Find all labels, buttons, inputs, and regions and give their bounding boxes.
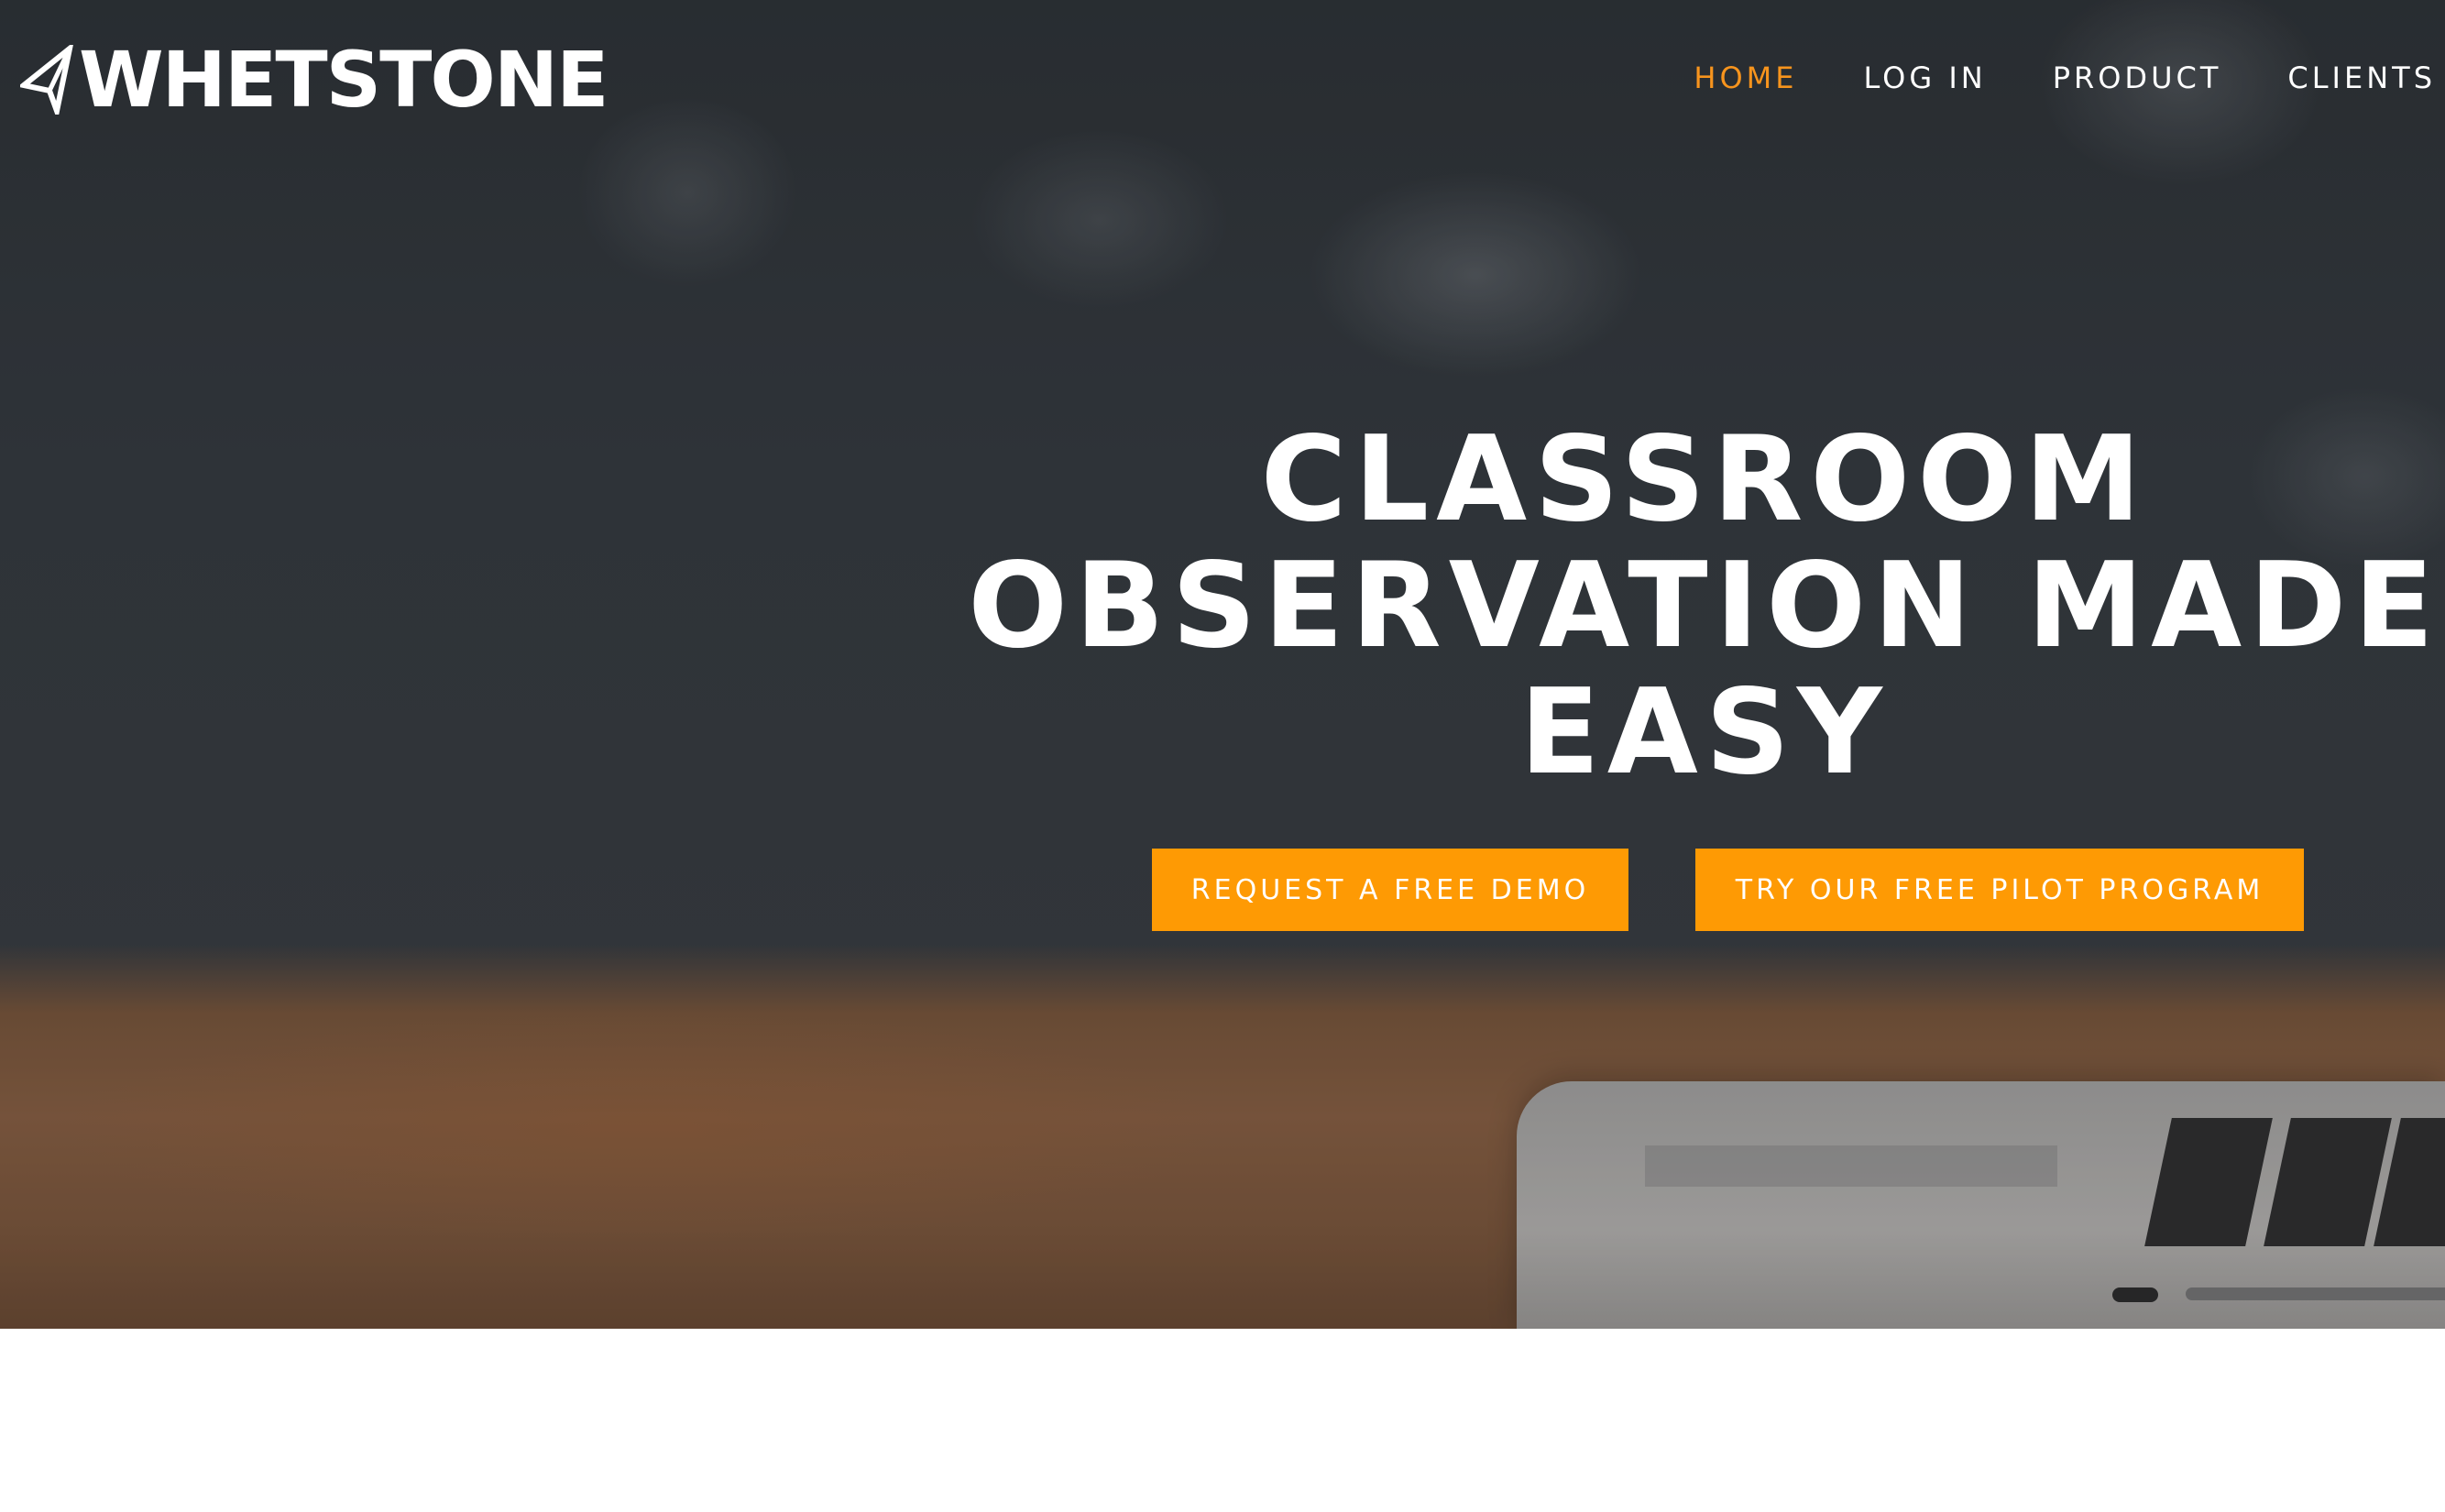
hero-section: WHETSTONE HOME LOG IN PRODUCT CLIENTS CL… (0, 0, 2445, 1329)
hero-headline: CLASSROOM OBSERVATION MADE EASY (962, 417, 2445, 796)
nav-item-product[interactable]: PRODUCT (2053, 60, 2222, 95)
paper-plane-icon (20, 45, 73, 115)
nav-item-home[interactable]: HOME (1694, 60, 1797, 95)
free-pilot-button[interactable]: TRY OUR FREE PILOT PROGRAM (1695, 849, 2304, 931)
main-navigation: HOME LOG IN PRODUCT CLIENTS (1628, 57, 2436, 99)
brand-logo-link[interactable]: WHETSTONE (20, 35, 609, 125)
request-demo-button[interactable]: REQUEST A FREE DEMO (1152, 849, 1628, 931)
brand-name: WHETSTONE (79, 35, 609, 125)
headline-line: EASY (1519, 664, 1890, 801)
headline-line: CLASSROOM (1260, 411, 2149, 548)
content-section (0, 1329, 2445, 1512)
nav-item-clients[interactable]: CLIENTS (2287, 60, 2436, 95)
nav-item-log-in[interactable]: LOG IN (1863, 60, 1986, 95)
headline-line: OBSERVATION MADE (968, 538, 2441, 674)
